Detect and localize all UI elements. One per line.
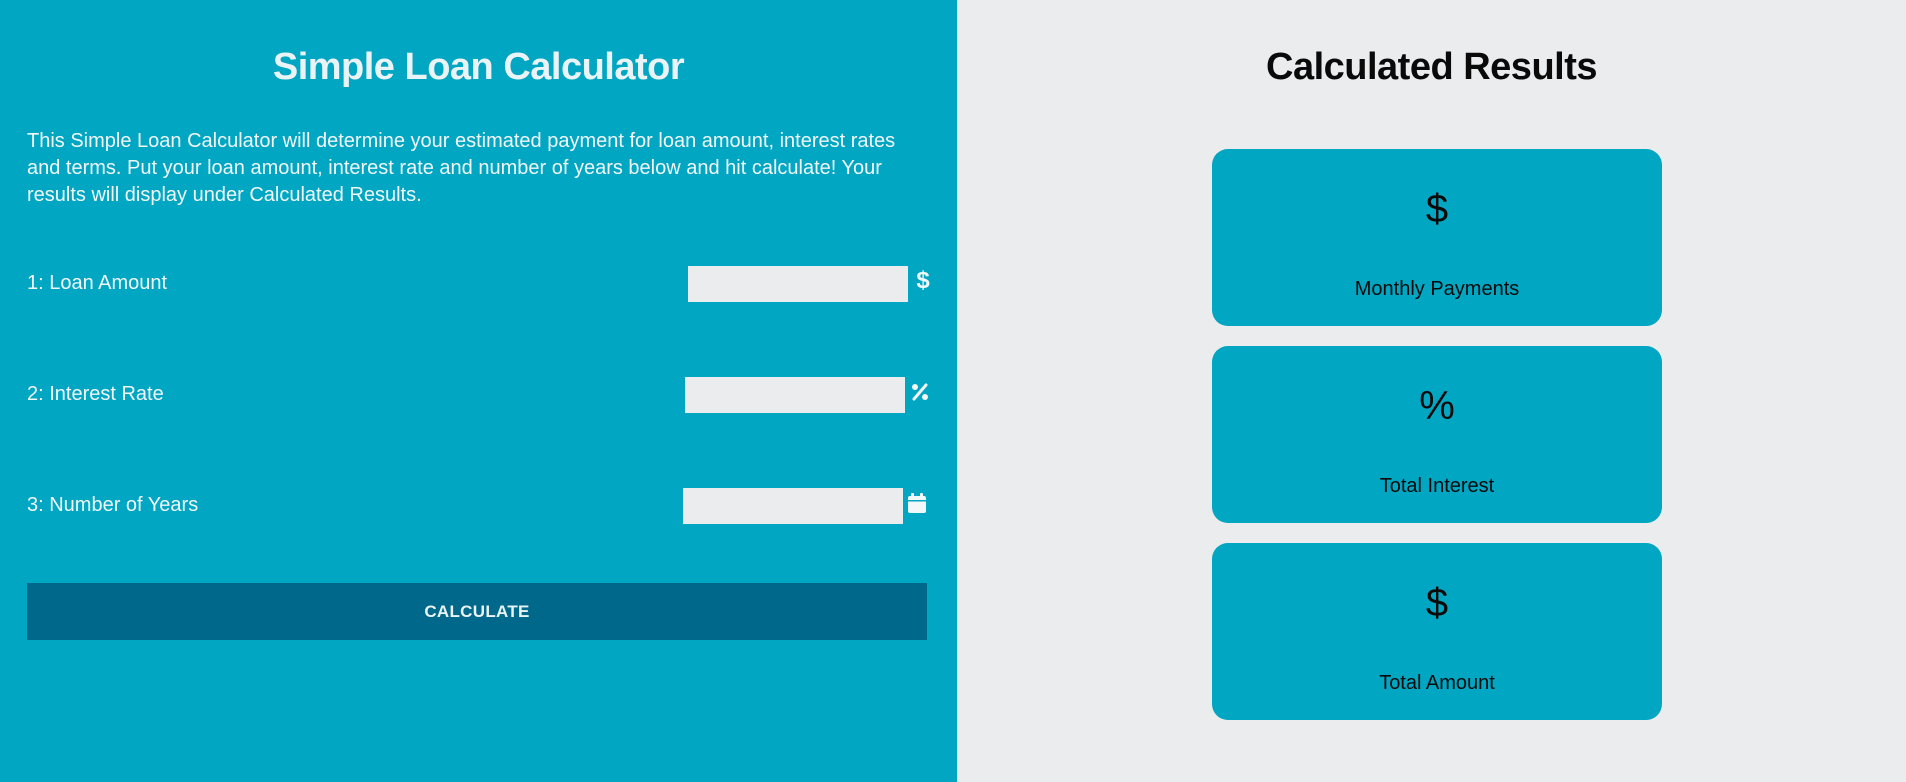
monthly-payments-label: Monthly Payments bbox=[1354, 278, 1520, 300]
percent-icon bbox=[909, 379, 931, 405]
dollar-icon: $ bbox=[1425, 187, 1449, 231]
loan-amount-row: 1: Loan Amount $ bbox=[27, 266, 932, 302]
results-title: Calculated Results bbox=[1266, 46, 1598, 88]
interest-rate-row: 2: Interest Rate bbox=[27, 377, 932, 413]
dollar-icon: $ bbox=[1425, 581, 1449, 625]
number-of-years-input[interactable] bbox=[683, 488, 903, 524]
calculator-panel: Simple Loan Calculator This Simple Loan … bbox=[0, 0, 957, 782]
page: Simple Loan Calculator This Simple Loan … bbox=[0, 0, 1906, 782]
calculate-button[interactable]: CALCULATE bbox=[27, 583, 927, 640]
number-of-years-row: 3: Number of Years bbox=[27, 488, 932, 524]
monthly-payments-card: $ Monthly Payments bbox=[1212, 149, 1662, 326]
percent-icon: % bbox=[1419, 384, 1455, 428]
dollar-icon: $ bbox=[916, 267, 930, 294]
calculator-description: This Simple Loan Calculator will determi… bbox=[27, 130, 896, 206]
calculator-title: Simple Loan Calculator bbox=[272, 46, 685, 88]
interest-rate-label: 2: Interest Rate bbox=[27, 383, 164, 405]
loan-amount-input[interactable] bbox=[688, 266, 908, 302]
number-of-years-label: 3: Number of Years bbox=[27, 494, 199, 516]
total-amount-label: Total Amount bbox=[1379, 672, 1495, 694]
total-interest-card: % Total Interest bbox=[1212, 346, 1662, 523]
loan-amount-label: 1: Loan Amount bbox=[27, 272, 168, 294]
total-interest-label: Total Interest bbox=[1379, 475, 1495, 497]
interest-rate-input[interactable] bbox=[685, 377, 905, 413]
calendar-icon bbox=[906, 490, 928, 516]
total-amount-card: $ Total Amount bbox=[1212, 543, 1662, 720]
results-panel: Calculated Results $ Monthly Payments % … bbox=[957, 0, 1906, 782]
